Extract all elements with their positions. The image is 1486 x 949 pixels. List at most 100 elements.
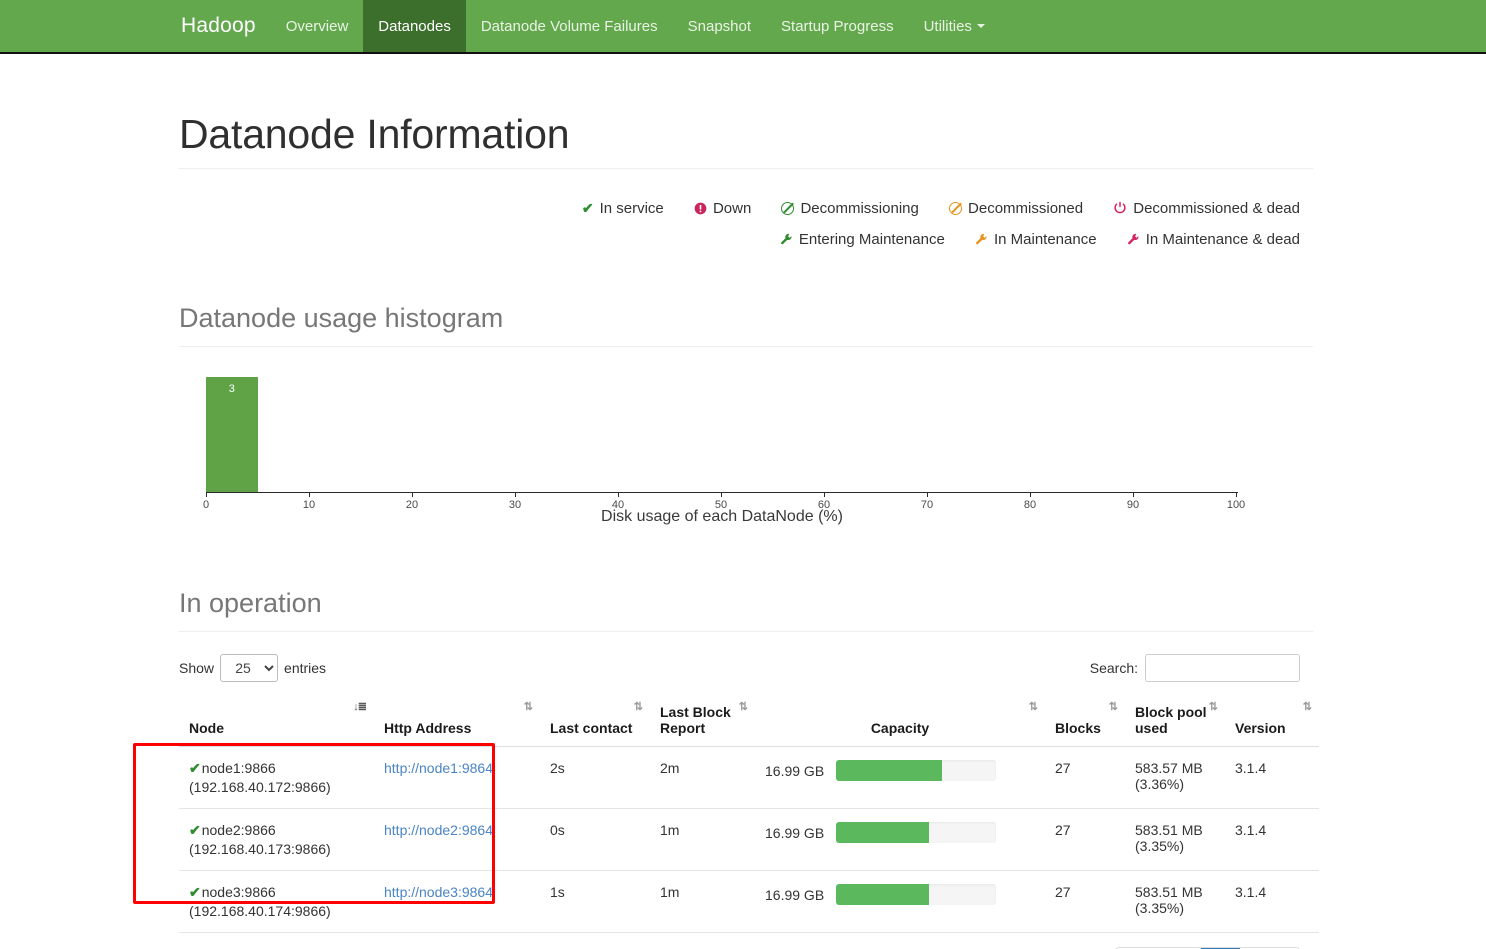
cell-node: ✔node1:9866 (192.168.40.172:9866)	[179, 746, 374, 809]
cell-last-block-report: 2m	[650, 746, 755, 809]
ban-circle-icon	[949, 193, 963, 223]
page-title: Datanode Information	[179, 111, 570, 157]
legend-in-service-label: In service	[599, 200, 664, 217]
table-header-row: ↓≣ Node ⇅ Http Address ⇅ Last contact ⇅ …	[179, 696, 1319, 747]
cell-last-block-report: 1m	[650, 808, 755, 871]
sort-ascending-icon: ↓≣	[353, 701, 367, 713]
nav-item-startup-progress[interactable]: Startup Progress	[766, 0, 909, 52]
cell-node-name: node3:9866	[201, 884, 276, 900]
cell-block-pool-used: 583.57 MB (3.36%)	[1125, 746, 1225, 809]
http-address-link[interactable]: http://node1:9864	[384, 760, 493, 776]
status-legend-row-2: Entering Maintenance In Maintenance In M…	[177, 224, 1300, 255]
histogram-axis-tick	[1133, 492, 1134, 497]
block-pool-used-percent: (3.36%)	[1135, 776, 1185, 792]
histogram-x-axis: 0 10 20 30 40 50 60 70 80 90 100	[203, 492, 1245, 511]
cell-blocks: 27	[1045, 870, 1125, 933]
column-header-node[interactable]: ↓≣ Node	[179, 696, 374, 747]
cell-node-name: node2:9866	[201, 822, 276, 838]
column-header-http-address-label: Http Address	[384, 720, 472, 736]
search-input[interactable]	[1145, 654, 1300, 682]
wrench-icon	[780, 224, 793, 254]
brand-hadoop[interactable]: Hadoop	[166, 0, 271, 52]
histogram-plot-area: 3	[206, 377, 1236, 492]
http-address-link[interactable]: http://node2:9864	[384, 822, 493, 838]
column-header-version-label: Version	[1235, 720, 1286, 736]
column-header-capacity-label: Capacity	[870, 720, 930, 736]
column-header-blocks[interactable]: ⇅ Blocks	[1045, 696, 1125, 747]
cell-http-address: http://node1:9864	[374, 746, 540, 809]
legend-in-maintenance-dead: In Maintenance & dead	[1127, 224, 1300, 255]
status-legend: ✔ In service Down Decommissioning Decommi…	[177, 193, 1313, 255]
cell-last-contact: 0s	[540, 808, 650, 871]
legend-in-maintenance-label: In Maintenance	[993, 231, 1097, 248]
sort-both-icon: ⇅	[1208, 701, 1218, 713]
in-operation-heading: In operation	[179, 588, 322, 618]
table-controls: Show 2550100 entries Search:	[179, 654, 1313, 682]
show-label: Show	[179, 660, 215, 676]
sort-both-icon: ⇅	[633, 701, 643, 713]
histogram-bar-label: 3	[228, 383, 235, 395]
nav-item-utilities[interactable]: Utilities	[909, 0, 1000, 52]
sort-both-icon: ⇅	[738, 701, 748, 713]
check-icon: ✔	[189, 884, 201, 900]
cell-version: 3.1.4	[1225, 746, 1319, 809]
title-divider	[179, 168, 1313, 169]
block-pool-used-percent: (3.35%)	[1135, 838, 1185, 854]
legend-entering-maintenance-label: Entering Maintenance	[798, 231, 945, 248]
sort-both-icon: ⇅	[523, 701, 533, 713]
cell-block-pool-used: 583.51 MB (3.35%)	[1125, 870, 1225, 933]
legend-decommissioning-label: Decommissioning	[800, 200, 919, 217]
nav-item-datanodes[interactable]: Datanodes	[363, 0, 466, 52]
http-address-link[interactable]: http://node3:9864	[384, 884, 493, 900]
column-header-block-pool-used-label: Block pool used	[1135, 704, 1207, 736]
column-header-node-label: Node	[189, 720, 224, 736]
column-header-version[interactable]: ⇅ Version	[1225, 696, 1319, 747]
cell-last-block-report: 1m	[650, 870, 755, 933]
datanodes-table-head: ↓≣ Node ⇅ Http Address ⇅ Last contact ⇅ …	[179, 696, 1319, 747]
chevron-down-icon	[976, 24, 985, 28]
histogram-axis-tick	[515, 492, 516, 497]
legend-in-service: ✔ In service	[582, 193, 664, 224]
datanodes-table-body: ✔node1:9866 (192.168.40.172:9866) http://n…	[179, 746, 1319, 933]
cell-node: ✔node2:9866 (192.168.40.173:9866)	[179, 808, 374, 871]
legend-in-maintenance-dead-label: In Maintenance & dead	[1145, 231, 1300, 248]
column-header-http-address[interactable]: ⇅ Http Address	[374, 696, 540, 747]
top-navbar: Hadoop Overview Datanodes Datanode Volum…	[0, 0, 1486, 54]
sort-both-icon: ⇅	[1108, 701, 1118, 713]
block-pool-used-percent: (3.35%)	[1135, 900, 1185, 916]
column-header-block-pool-used[interactable]: ⇅ Block pool used	[1125, 696, 1225, 747]
entries-length-select[interactable]: 2550100	[220, 654, 279, 682]
histogram-x-axis-label: Disk usage of each DataNode (%)	[601, 508, 843, 525]
column-header-blocks-label: Blocks	[1055, 720, 1101, 736]
nav-item-snapshot[interactable]: Snapshot	[673, 0, 766, 52]
cell-last-contact: 2s	[540, 746, 650, 809]
histogram-axis-tick	[206, 492, 207, 497]
nav-item-datanode-volume-failures[interactable]: Datanode Volume Failures	[466, 0, 673, 52]
capacity-text: 16.99 GB	[765, 762, 825, 779]
search-control: Search:	[1090, 654, 1313, 682]
cell-node: ✔node3:9866 (192.168.40.174:9866)	[179, 870, 374, 933]
nav-item-overview[interactable]: Overview	[271, 0, 364, 52]
column-header-capacity[interactable]: ⇅ Capacity	[755, 696, 1045, 747]
cell-node-ip: (192.168.40.173:9866)	[189, 841, 331, 857]
legend-decommissioning: Decommissioning	[781, 193, 919, 224]
capacity-progress-bar	[836, 884, 929, 905]
cell-version: 3.1.4	[1225, 808, 1319, 871]
check-icon: ✔	[189, 822, 201, 838]
legend-decommissioned-dead: Decommissioned & dead	[1113, 193, 1300, 224]
block-pool-used-size: 583.57 MB	[1135, 760, 1203, 776]
cell-block-pool-used: 583.51 MB (3.35%)	[1125, 808, 1225, 871]
cell-capacity: 16.99 GB	[755, 746, 1045, 809]
histogram-axis-tick	[721, 492, 722, 497]
histogram-axis-tick	[309, 492, 310, 497]
column-header-last-contact[interactable]: ⇅ Last contact	[540, 696, 650, 747]
cell-capacity: 16.99 GB	[755, 808, 1045, 871]
sort-both-icon: ⇅	[1302, 701, 1312, 713]
histogram-axis-tick	[824, 492, 825, 497]
cell-http-address: http://node2:9864	[374, 808, 540, 871]
wrench-icon	[975, 224, 988, 254]
capacity-progress	[836, 884, 997, 905]
histogram-axis-tick	[618, 492, 619, 497]
column-header-last-block-report[interactable]: ⇅ Last Block Report	[650, 696, 755, 747]
entries-length-control: Show 2550100 entries	[179, 654, 326, 682]
